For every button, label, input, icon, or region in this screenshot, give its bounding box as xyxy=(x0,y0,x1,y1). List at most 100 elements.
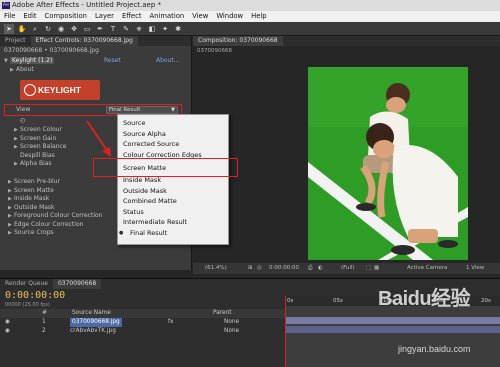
watermark-url: jingyan.baidu.com xyxy=(398,344,471,354)
dropdown-option[interactable]: Source Alpha xyxy=(118,129,228,140)
keylight-logo-text: KEYLIGHT xyxy=(38,85,81,95)
dropdown-option[interactable]: Combined Matte xyxy=(118,196,228,207)
group-label: Screen Pre-blur xyxy=(14,178,60,185)
window-title: Adobe After Effects - Untitled Project.a… xyxy=(12,1,162,9)
timeline-timecode[interactable]: 0:00:00:00 xyxy=(5,290,65,301)
camera-snapshot-icon[interactable]: ⎙ xyxy=(308,263,312,274)
menu-bar: File Edit Composition Layer Effect Animation V… xyxy=(0,11,500,22)
fx-icon[interactable]: fx xyxy=(168,318,173,327)
layer-bar[interactable] xyxy=(285,317,500,324)
views-select[interactable]: 1 View xyxy=(466,263,484,274)
group-label: Edge Colour Correction xyxy=(14,220,84,228)
stopwatch-icon[interactable]: ◴ xyxy=(20,117,25,124)
dropdown-option[interactable]: Status xyxy=(118,207,228,218)
group-label: Source Crops xyxy=(14,229,54,236)
column-source-name[interactable]: Source Name xyxy=(72,309,111,318)
baidu-watermark: Baidu经验 xyxy=(378,288,471,310)
composition-tabs: Composition: 0370090668 xyxy=(193,36,500,46)
dropdown-option-selected[interactable]: Final Result xyxy=(119,228,228,239)
column-parent[interactable]: Parent xyxy=(213,309,232,318)
left-panel-tabs: Project Effect Controls: 0370090668.jpg xyxy=(0,36,191,46)
param-label: Screen Colour xyxy=(20,126,63,133)
reset-link[interactable]: Reset xyxy=(104,57,121,66)
eraser-tool-icon[interactable]: ◧ xyxy=(147,24,157,34)
keylight-mark-icon xyxy=(24,84,36,96)
pan-behind-tool-icon[interactable]: ✥ xyxy=(69,24,79,34)
channel-icon[interactable]: ◐ xyxy=(318,263,323,274)
dropdown-option[interactable]: Outside Mask xyxy=(118,186,228,197)
dropdown-option[interactable]: Corrected Source xyxy=(118,139,228,150)
menu-edit[interactable]: Edit xyxy=(19,11,40,22)
layer-row[interactable]: ◉ 2 crAbvAbvTK.jpg None xyxy=(0,327,285,336)
camera-tool-icon[interactable]: ◉ xyxy=(56,24,66,34)
timeline-header-row: # Source Name Parent xyxy=(0,309,285,318)
pen-tool-icon[interactable]: ✒ xyxy=(95,24,105,34)
tab-render-queue[interactable]: Render Queue xyxy=(0,279,53,289)
snapshot-icon[interactable]: ◎ xyxy=(257,263,262,274)
puppet-tool-icon[interactable]: ✱ xyxy=(173,24,183,34)
menu-animation[interactable]: Animation xyxy=(146,11,189,22)
layer-name[interactable]: 0370090668.jpg xyxy=(70,318,122,327)
tab-project[interactable]: Project xyxy=(0,36,31,46)
resolution-select[interactable]: (Full) xyxy=(341,263,355,274)
parent-select[interactable]: None xyxy=(224,318,239,327)
menu-window[interactable]: Window xyxy=(212,11,247,22)
menu-file[interactable]: File xyxy=(0,11,19,22)
group-label: Screen Matte xyxy=(14,186,54,194)
layer-bar[interactable] xyxy=(285,326,500,333)
menu-composition[interactable]: Composition xyxy=(41,11,91,22)
menu-help[interactable]: Help xyxy=(247,11,271,22)
composition-breadcrumb[interactable]: 0370090668 xyxy=(197,48,232,54)
ruler-tick: 0s xyxy=(287,298,294,304)
view-dropdown-menu: Source Source Alpha Corrected Source Col… xyxy=(117,114,229,245)
tab-composition[interactable]: Composition: 0370090668 xyxy=(193,36,283,46)
type-tool-icon[interactable]: T xyxy=(108,24,118,34)
mask-tool-icon[interactable]: ▭ xyxy=(82,24,92,34)
current-time-indicator[interactable] xyxy=(285,296,286,367)
zoom-level[interactable]: (61.4%) xyxy=(205,263,227,274)
clone-stamp-tool-icon[interactable]: ⎈ xyxy=(134,24,144,34)
visibility-eye-icon[interactable]: ◉ xyxy=(5,327,10,336)
brush-tool-icon[interactable]: ✎ xyxy=(121,24,131,34)
layer-row[interactable]: ◉ 1 0370090668.jpg fx None xyxy=(0,318,285,327)
comp-timecode[interactable]: 0:00:00:00 xyxy=(269,263,299,274)
effect-name[interactable]: Keylight (1.2) xyxy=(10,57,55,64)
roto-brush-tool-icon[interactable]: ✦ xyxy=(160,24,170,34)
menu-layer[interactable]: Layer xyxy=(91,11,118,22)
zoom-tool-icon[interactable]: ⌕ xyxy=(30,24,40,34)
about-group[interactable]: ▶ About xyxy=(0,66,192,75)
group-label: Foreground Colour Correction xyxy=(14,212,103,219)
layer-number: 1 xyxy=(42,319,46,325)
param-label: Despill Bias xyxy=(20,151,55,159)
layer-name[interactable]: crAbvAbvTK.jpg xyxy=(70,327,116,336)
layer-number: 2 xyxy=(42,328,46,334)
camera-select[interactable]: Active Camera xyxy=(407,263,447,274)
tools-toolbar: ➤ ✋ ⌕ ↻ ◉ ✥ ▭ ✒ T ✎ ⎈ ◧ ✦ ✱ xyxy=(0,22,500,36)
ruler-tick: 05s xyxy=(333,298,343,304)
about-link[interactable]: About... xyxy=(156,57,179,66)
red-arrow-icon xyxy=(86,120,111,157)
tab-timeline-comp[interactable]: 0370090668 xyxy=(52,279,102,289)
selection-tool-icon[interactable]: ➤ xyxy=(4,24,14,34)
column-number: # xyxy=(42,310,47,316)
group-label: Inside Mask xyxy=(14,195,50,202)
hand-tool-icon[interactable]: ✋ xyxy=(17,24,27,34)
effect-controls-breadcrumb: 0370090668 • 0370090668.jpg xyxy=(4,47,99,54)
menu-effect[interactable]: Effect xyxy=(118,11,146,22)
grid-icon[interactable]: ⊞ xyxy=(248,263,253,274)
transparency-grid-icon[interactable]: ▦ xyxy=(374,263,379,274)
menu-view[interactable]: View xyxy=(188,11,212,22)
visibility-eye-icon[interactable]: ◉ xyxy=(5,318,10,327)
dropdown-option[interactable]: Intermediate Result xyxy=(118,217,228,228)
region-icon[interactable]: ⬚ xyxy=(366,263,371,274)
dropdown-option[interactable]: Source xyxy=(118,118,228,129)
composition-viewer[interactable] xyxy=(308,67,468,260)
tab-effect-controls[interactable]: Effect Controls: 0370090668.jpg xyxy=(30,36,138,46)
rotate-tool-icon[interactable]: ↻ xyxy=(43,24,53,34)
title-bar: Ae Adobe After Effects - Untitled Projec… xyxy=(0,0,500,11)
after-effects-icon: Ae xyxy=(2,2,10,9)
parent-select[interactable]: None xyxy=(224,327,239,336)
footage-image xyxy=(308,67,468,260)
timeline-fps: 00000 (25.00 fps) xyxy=(5,302,50,308)
ruler-tick: 20s xyxy=(481,298,491,304)
